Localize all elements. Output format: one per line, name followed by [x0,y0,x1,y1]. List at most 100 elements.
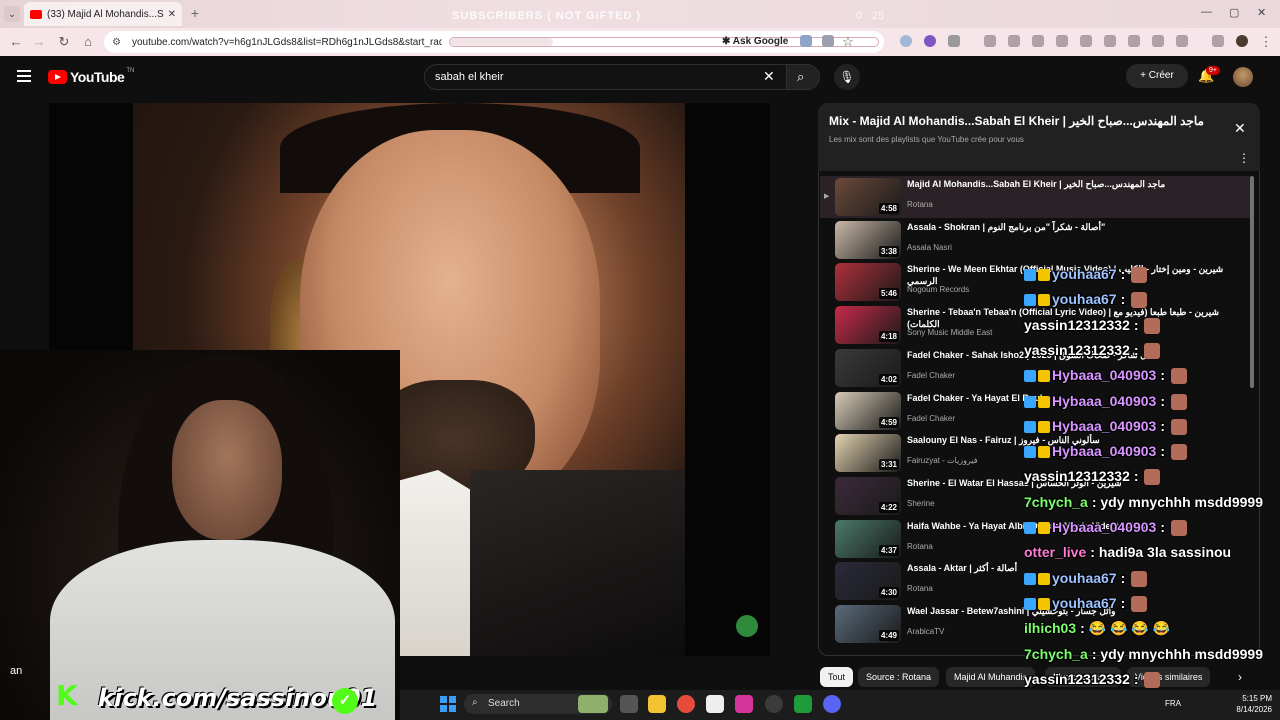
chips-next-icon[interactable]: › [1238,670,1242,684]
close-window-icon[interactable]: ✕ [1257,6,1266,19]
toolbar-icon[interactable] [984,35,996,47]
playlist-item-thumbnail[interactable]: 3:31 [835,434,901,472]
filter-chip[interactable]: Majid Al Muhandis [946,667,1036,687]
chat-username: 7chych_a [1024,494,1088,510]
playlist-item[interactable]: 3:38 Assala - Shokran | أصالة - شكراً "من… [820,219,1250,261]
extension-icon[interactable] [924,35,936,47]
chat-emote-icon [1131,267,1148,284]
search-input[interactable]: sabah el kheir [424,64,788,90]
playlist-item-channel: ArabicaTV [907,627,945,636]
filter-chip[interactable]: Source : Rotana [858,667,940,687]
playlist-item-title[interactable]: Majid Al Mohandis...Sabah El Kheir | ماج… [907,178,1242,190]
forward-icon[interactable]: → [31,34,47,49]
toolbar-icon[interactable] [1176,35,1188,47]
chat-message: youhaa67: [1024,595,1148,613]
chat-username: youhaa67 [1052,291,1117,307]
create-button[interactable]: + Créer [1126,64,1188,88]
maximize-icon[interactable]: ▢ [1229,6,1239,19]
home-icon[interactable]: ⌂ [80,34,96,49]
widget-icon[interactable] [578,695,608,713]
chat-username: Hybaaa_040903 [1052,393,1157,409]
close-playlist-icon[interactable]: ✕ [1234,120,1246,137]
extensions-puzzle-icon[interactable] [948,35,960,47]
back-icon[interactable]: ← [8,34,24,49]
playlist-item[interactable]: ▶ 4:58 Majid Al Mohandis...Sabah El Kheir … [820,176,1250,218]
bookmark-star-icon[interactable]: ☆ [840,34,856,50]
task-view-icon[interactable] [620,695,638,713]
filter-chip[interactable]: Tout [820,667,854,687]
chat-message: youhaa67: [1024,570,1148,588]
chat-message: Hybaaa_040903: [1024,443,1187,461]
chat-emote-icon [1170,368,1187,385]
youtube-logo[interactable]: YouTube TN [48,68,134,85]
new-tab-button[interactable]: + [187,5,203,21]
playlist-item-thumbnail[interactable]: 4:58 [835,178,901,216]
chrome-icon[interactable] [677,695,695,713]
search-button[interactable]: ⌕ [786,64,820,90]
minimize-icon[interactable]: — [1201,6,1212,18]
translate-icon[interactable] [800,35,812,47]
site-info-icon[interactable]: ⚙ [112,37,126,48]
chat-username: Hybaaa_040903 [1052,443,1157,459]
media-player-icon[interactable] [794,695,812,713]
edge-icon[interactable] [765,695,783,713]
playlist-item-thumbnail[interactable]: 4:37 [835,520,901,558]
toolbar-icon[interactable] [1212,35,1224,47]
chat-badge-icon [1024,294,1036,307]
playlist-item-thumbnail[interactable]: 4:49 [835,605,901,643]
collections-icon[interactable] [1104,35,1116,47]
chat-separator: : [1160,519,1169,535]
playlist-item-channel: Fadel Chaker [907,371,956,380]
duration-badge: 4:30 [878,587,899,598]
instagram-icon[interactable] [735,695,753,713]
chat-username: Hybaaa_040903 [1052,519,1157,535]
more-menu-icon[interactable]: ⋮ [1258,34,1274,50]
playlist-item-thumbnail[interactable]: 4:02 [835,349,901,387]
chat-username: otter_live [1024,544,1087,560]
reload-icon[interactable]: ↻ [56,34,72,50]
duration-badge: 3:38 [878,246,899,257]
voice-search-icon[interactable]: 🎙 [834,64,860,90]
menu-icon[interactable] [17,70,31,85]
windows-start-icon[interactable] [440,696,456,712]
extension-icon[interactable] [900,35,912,47]
chat-text: 😂 😂 😂 😂 [1088,620,1171,636]
playlist-subtitle: Les mix sont des playlists que YouTube c… [829,135,1024,144]
toolbar-icon[interactable] [1032,35,1044,47]
close-tab-icon[interactable]: ✕ [168,9,176,20]
tab-list-button[interactable]: ⌄ [4,6,20,22]
history-icon[interactable] [1128,35,1140,47]
install-app-icon[interactable] [822,35,834,47]
favorites-icon[interactable] [1080,35,1092,47]
playlist-item-thumbnail[interactable]: 5:46 [835,263,901,301]
file-explorer-icon[interactable] [648,695,666,713]
youtube-favicon-icon [30,9,42,19]
discord-icon[interactable] [823,695,841,713]
profile-avatar-icon[interactable] [1236,35,1248,47]
ask-google-button[interactable]: ✱ Ask Google [722,36,788,47]
playlist-item-channel: Fadel Chaker [907,414,956,423]
toolbar-icon[interactable] [1056,35,1068,47]
chat-emote-icon [1144,469,1161,486]
store-icon[interactable] [706,695,724,713]
playlist-item-thumbnail[interactable]: 4:22 [835,477,901,515]
playlist-more-icon[interactable]: ⋮ [1238,151,1250,165]
downloads-icon[interactable] [1152,35,1164,47]
playlist-item-thumbnail[interactable]: 4:30 [835,562,901,600]
create-label: Créer [1148,70,1174,81]
playlist-item-thumbnail[interactable]: 3:38 [835,221,901,259]
playlist-item-title[interactable]: Assala - Shokran | أصالة - شكراً "من برن… [907,221,1242,233]
playlist-item-thumbnail[interactable]: 4:59 [835,392,901,430]
playlist-scrollbar[interactable] [1250,176,1254,388]
toolbar-icon[interactable] [1008,35,1020,47]
playlist-title[interactable]: Mix - Majid Al Mohandis...Sabah El Kheir… [829,114,1219,128]
clear-search-icon[interactable]: ✕ [763,68,775,85]
chat-username: 7chych_a [1024,646,1088,662]
playlist-item-thumbnail[interactable]: 4:18 [835,306,901,344]
clock[interactable]: 5:15 PM 8/14/2026 [1228,693,1272,715]
account-avatar[interactable] [1233,67,1253,87]
chat-emote-icon [1170,394,1187,411]
chat-emote-icon [1170,419,1187,436]
language-indicator[interactable]: FRA [1165,699,1181,708]
browser-tab[interactable]: (33) Majid Al Mohandis...Sabah ✕ [24,2,182,26]
